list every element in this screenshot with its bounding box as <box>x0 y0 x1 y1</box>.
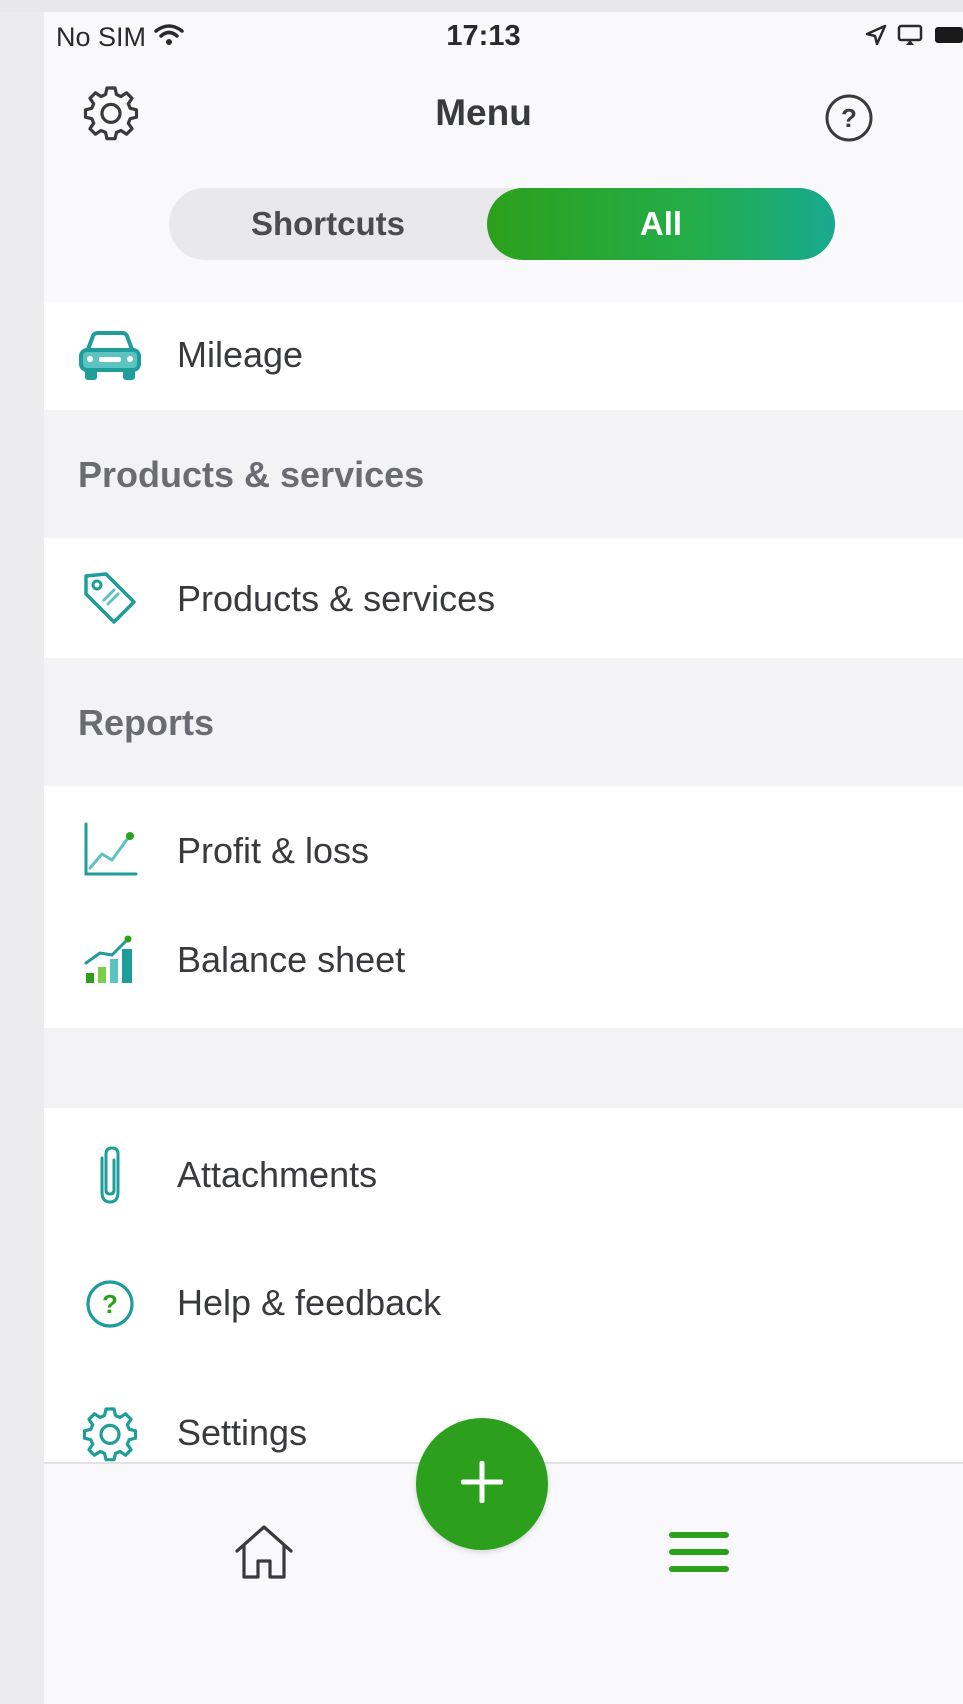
nav-menu-button[interactable] <box>659 1514 739 1594</box>
menu-item-label: Mileage <box>177 334 304 375</box>
gear-icon <box>74 1398 146 1470</box>
location-arrow-icon <box>865 24 887 51</box>
menu-item-attachments[interactable]: Attachments <box>44 1108 963 1238</box>
hamburger-icon <box>667 1528 731 1581</box>
app-screen: No SIM 17:13 Menu ? Shortcuts All Mileag… <box>44 12 963 1704</box>
menu-item-balance-sheet[interactable]: Balance sheet <box>44 911 963 1028</box>
device-frame-left <box>0 0 44 1704</box>
screen-mirror-icon <box>897 24 923 51</box>
menu-item-label: Attachments <box>177 1154 378 1195</box>
device-frame-top <box>0 0 963 12</box>
add-button[interactable] <box>416 1418 548 1550</box>
section-title: Products & services <box>78 454 425 495</box>
tag-icon <box>74 562 146 634</box>
paperclip-icon <box>74 1140 146 1212</box>
menu-item-help-feedback[interactable]: ? Help & feedback <box>44 1238 963 1370</box>
section-header-products: Products & services <box>44 410 963 538</box>
status-time: 17:13 <box>446 20 521 52</box>
menu-list: Mileage Products & services Products & s… <box>44 302 963 1500</box>
tab-shortcuts[interactable]: Shortcuts <box>169 188 487 260</box>
status-bar: No SIM 17:13 <box>44 12 963 62</box>
menu-item-profit-loss[interactable]: Profit & loss <box>44 786 963 911</box>
menu-item-mileage[interactable]: Mileage <box>44 302 963 410</box>
car-icon <box>74 320 146 392</box>
status-indicators <box>865 24 963 51</box>
battery-icon <box>933 24 963 51</box>
svg-text:?: ? <box>102 1289 118 1319</box>
section-title: Reports <box>78 702 215 743</box>
home-icon <box>231 1521 297 1588</box>
header-bar: Menu ? <box>44 72 963 152</box>
menu-item-products-services[interactable]: Products & services <box>44 538 963 658</box>
menu-item-label: Profit & loss <box>177 830 370 871</box>
tab-all[interactable]: All <box>487 188 835 260</box>
bar-chart-icon <box>74 923 146 995</box>
plus-icon <box>457 1457 507 1512</box>
menu-item-label: Settings <box>177 1412 308 1453</box>
menu-item-label: Balance sheet <box>177 939 406 980</box>
section-header-reports: Reports <box>44 658 963 786</box>
nav-home-button[interactable] <box>224 1514 304 1594</box>
help-button[interactable]: ? <box>814 90 884 150</box>
menu-view-toggle: Shortcuts All <box>169 188 835 260</box>
line-chart-icon <box>74 814 146 886</box>
svg-text:?: ? <box>841 103 857 133</box>
help-circle-icon: ? <box>823 92 875 149</box>
help-circle-icon: ? <box>74 1268 146 1340</box>
menu-item-label: Products & services <box>177 578 496 619</box>
section-spacer <box>44 1028 963 1108</box>
menu-item-label: Help & feedback <box>177 1282 442 1323</box>
